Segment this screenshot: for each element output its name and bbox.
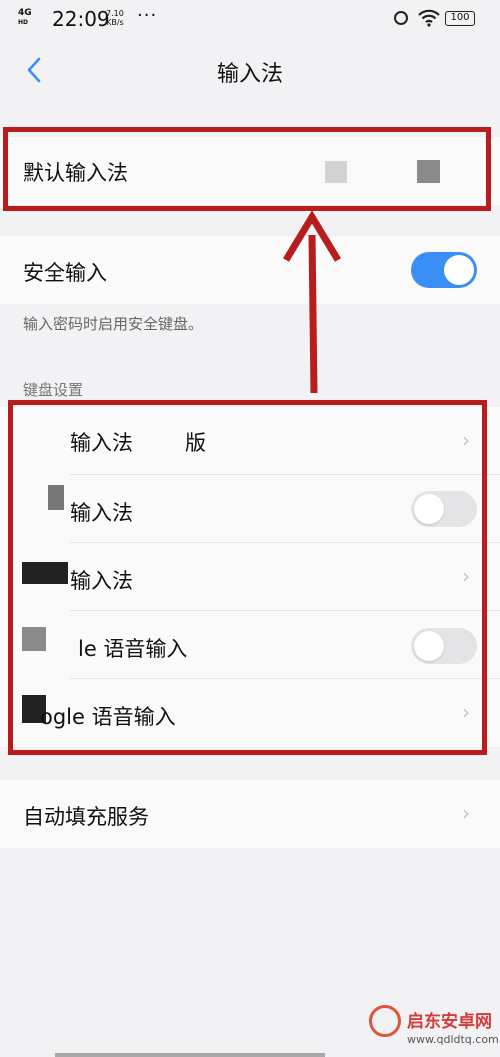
- nav-gesture-bar: [55, 1053, 325, 1057]
- highlight-box-keyboards: [8, 400, 487, 755]
- status-bar: 4G HD 22:09 7.10 KB/s ··· 100: [0, 0, 500, 40]
- wifi-icon: [418, 9, 440, 27]
- more-notifications-icon: ···: [137, 5, 158, 26]
- watermark-url: www.qdldtq.com: [407, 1033, 499, 1046]
- keyboard-settings-title: 键盘设置: [23, 381, 84, 399]
- alarm-icon: [394, 11, 408, 25]
- watermark-logo-icon: [369, 1005, 401, 1037]
- secure-input-row: 安全输入: [0, 236, 500, 304]
- secure-input-toggle[interactable]: [411, 252, 477, 288]
- chevron-right-icon: ›: [462, 801, 470, 825]
- autofill-label: 自动填充服务: [23, 805, 149, 829]
- status-time: 22:09: [52, 7, 110, 31]
- toggle-knob: [444, 255, 474, 285]
- network-indicator: 4G HD: [18, 8, 32, 27]
- autofill-row[interactable]: 自动填充服务 ›: [0, 780, 500, 848]
- network-speed: 7.10 KB/s: [106, 9, 124, 27]
- watermark: 启东安卓网 www.qdldtq.com: [365, 1003, 499, 1053]
- secure-input-hint: 输入密码时启用安全键盘。: [23, 315, 204, 333]
- watermark-name: 启东安卓网: [407, 1012, 492, 1032]
- secure-input-label: 安全输入: [23, 261, 107, 285]
- arrow-annotation: [283, 210, 341, 394]
- highlight-box-default: [3, 127, 491, 211]
- page-title: 输入法: [216, 62, 283, 87]
- battery-indicator: 100: [445, 11, 475, 26]
